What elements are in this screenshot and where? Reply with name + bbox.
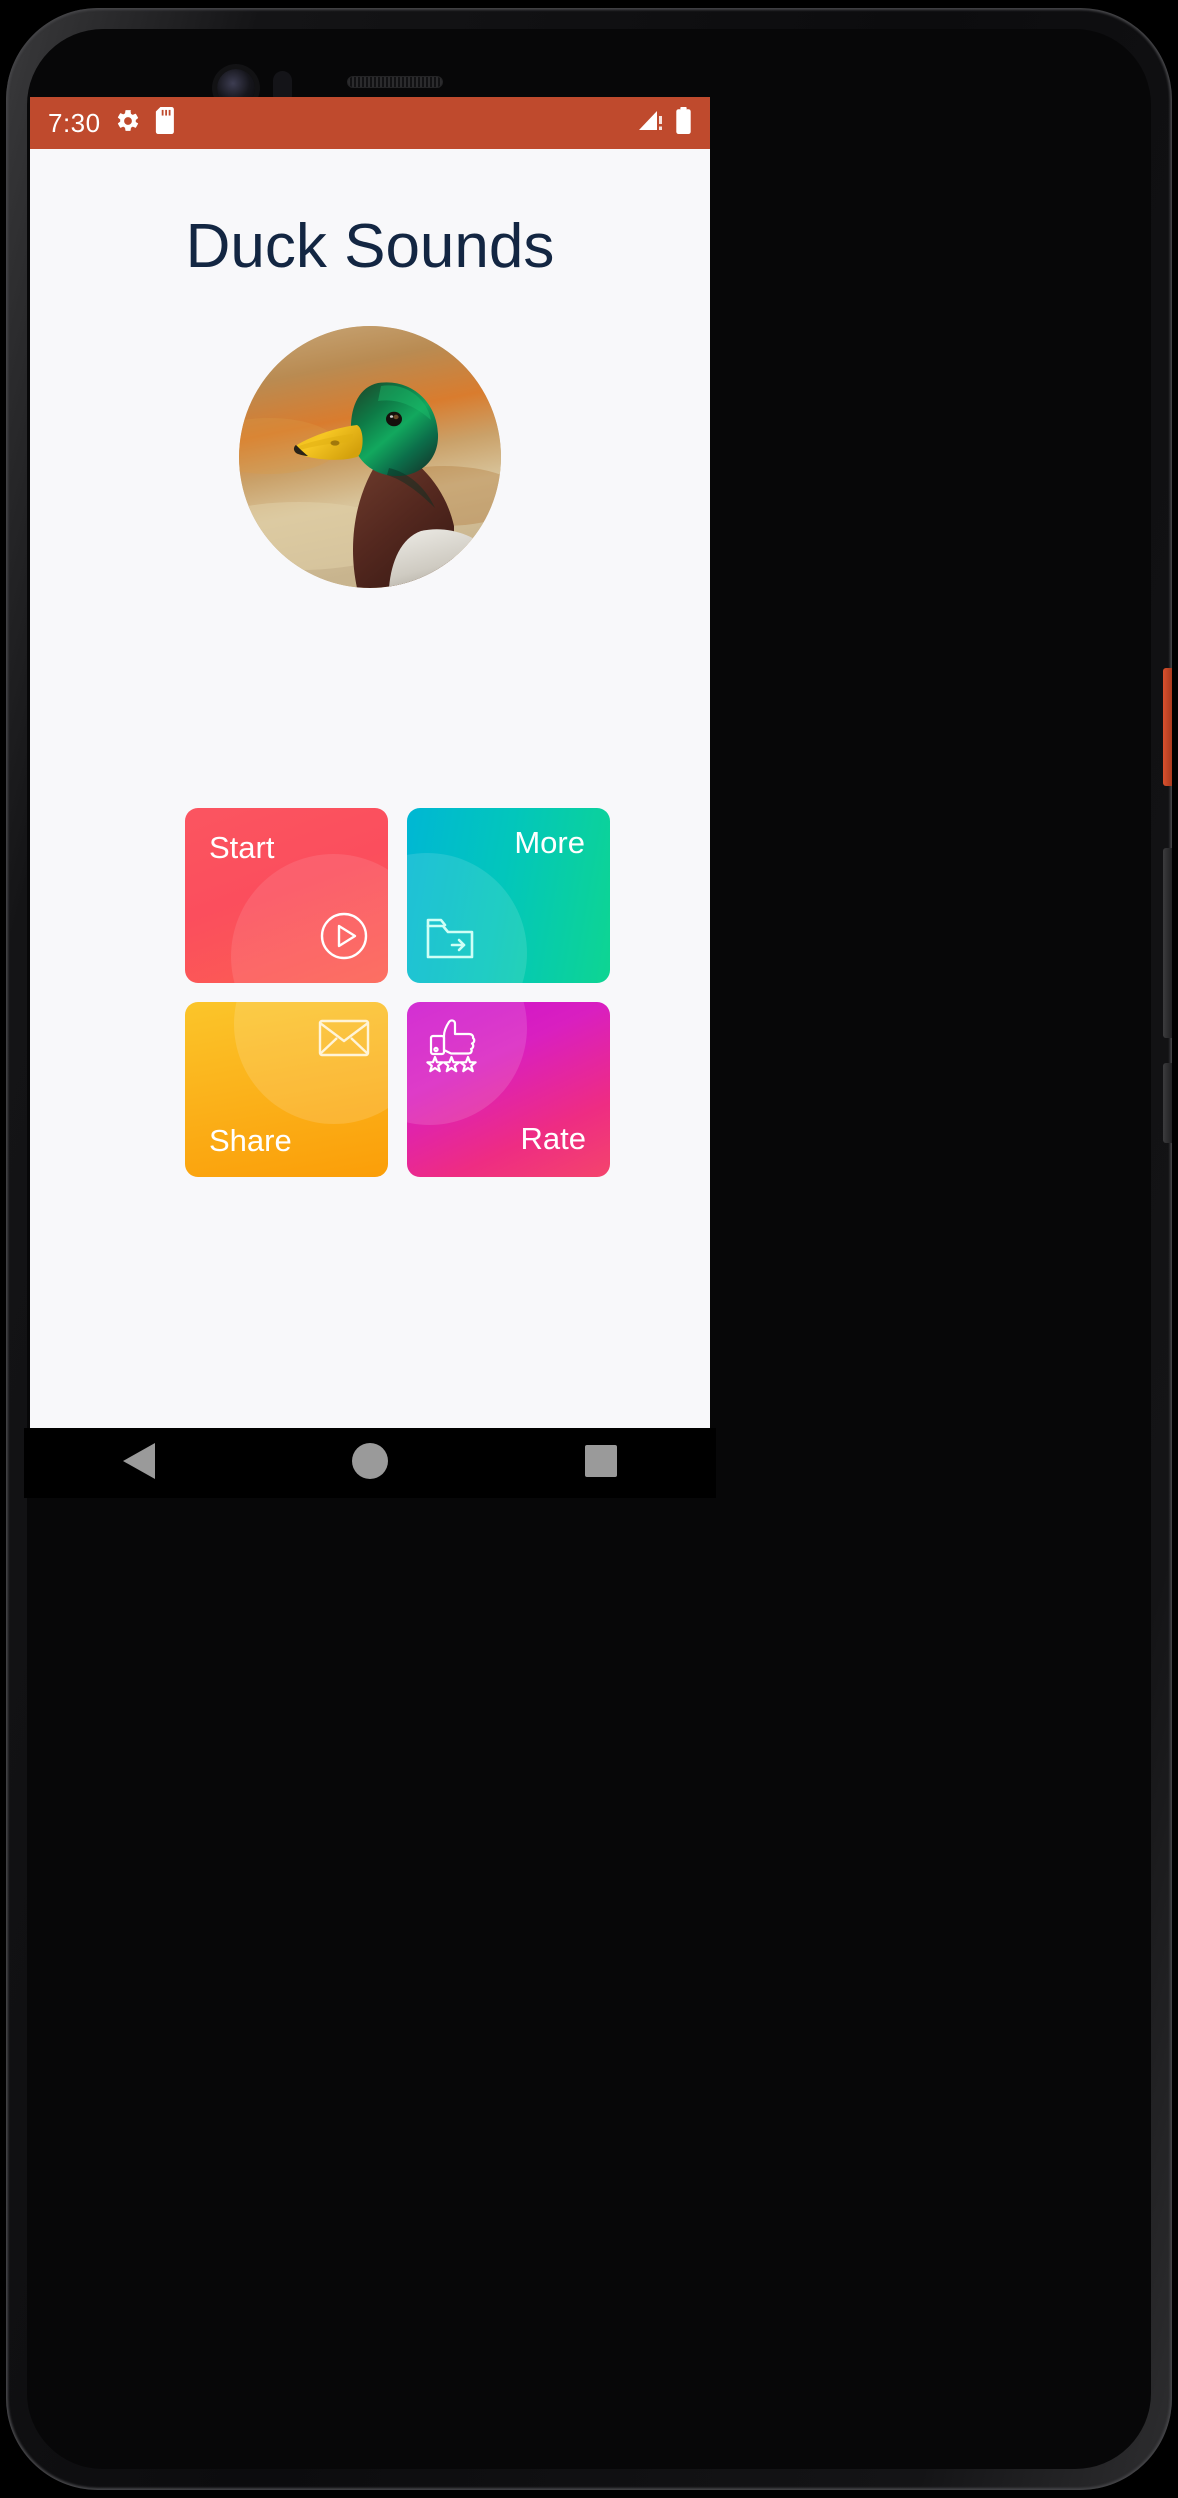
action-tile-grid: Start More Share Rate: [185, 808, 610, 1177]
signal-bars-icon: [637, 108, 665, 139]
sd-card-icon: [155, 107, 177, 139]
thumbs-up-stars-icon: [423, 1014, 485, 1081]
folder-arrow-icon: [424, 914, 476, 967]
share-button-label: Share: [209, 1123, 292, 1158]
home-circle-icon: [351, 1442, 389, 1485]
rate-button-label: Rate: [520, 1121, 586, 1156]
gear-icon: [115, 108, 141, 139]
status-bar-left: 7:30: [48, 107, 177, 139]
back-button[interactable]: [79, 1428, 199, 1498]
battery-icon: [675, 107, 692, 139]
back-triangle-icon: [122, 1442, 156, 1485]
rate-button[interactable]: Rate: [407, 1002, 610, 1177]
more-button-label: More: [514, 825, 585, 860]
app-content: Duck Sounds Start More Share Rate: [30, 211, 710, 1428]
phone-screen: 7:30 Duck Sounds Start More Share Rate: [30, 97, 710, 1428]
earpiece-speaker-icon: [347, 76, 443, 88]
recents-square-icon: [584, 1444, 618, 1483]
more-button[interactable]: More: [407, 808, 610, 983]
start-button[interactable]: Start: [185, 808, 388, 983]
power-button[interactable]: [1163, 668, 1172, 786]
status-bar: 7:30: [30, 97, 710, 149]
duck-avatar: [239, 326, 501, 588]
volume-down-button[interactable]: [1163, 1063, 1172, 1143]
start-button-label: Start: [209, 830, 275, 865]
home-button[interactable]: [310, 1428, 430, 1498]
status-bar-clock: 7:30: [48, 107, 101, 138]
volume-up-button[interactable]: [1163, 848, 1172, 1038]
recents-button[interactable]: [541, 1428, 661, 1498]
android-navigation-bar: [24, 1428, 716, 1498]
share-button[interactable]: Share: [185, 1002, 388, 1177]
page-title: Duck Sounds: [185, 212, 555, 281]
status-bar-right: [637, 107, 692, 139]
envelope-icon: [318, 1018, 370, 1063]
play-circle-icon: [317, 909, 371, 968]
